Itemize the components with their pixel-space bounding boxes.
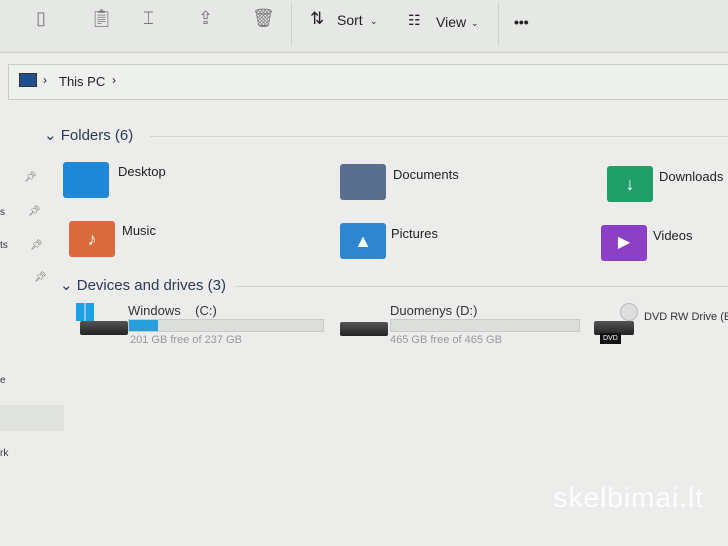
chevron-down-icon: ⌄ xyxy=(60,277,73,294)
folder-label: Documents xyxy=(393,167,459,182)
download-folder-icon: ↓ xyxy=(607,166,653,202)
videos-folder-icon: ▶ xyxy=(601,225,647,261)
sidebar-item[interactable]: rk xyxy=(0,448,8,459)
sort-label: Sort xyxy=(337,12,363,28)
folder-documents[interactable]: Documents xyxy=(340,164,459,200)
hard-drive-icon xyxy=(80,321,128,335)
copy-icon[interactable]: ▯ xyxy=(36,8,46,29)
view-label: View xyxy=(436,14,467,30)
sidebar-item[interactable]: s xyxy=(0,207,5,218)
chevron-right-icon: › xyxy=(43,73,47,87)
drive-label: DVD RW Drive (E: xyxy=(644,311,728,323)
folder-downloads[interactable]: ↓ Downloads xyxy=(607,166,723,202)
desktop-folder-icon xyxy=(63,162,109,198)
hard-drive-icon xyxy=(340,322,388,336)
chevron-down-icon: ⌄ xyxy=(44,127,57,144)
sidebar-selected-item[interactable] xyxy=(0,405,64,431)
folder-desktop[interactable]: Desktop xyxy=(63,162,166,198)
pin-icon: 📌︎ xyxy=(34,272,47,283)
paste-icon[interactable]: 📋︎ xyxy=(90,8,113,29)
pin-icon: 📌︎ xyxy=(24,172,37,183)
disc-icon xyxy=(620,303,638,321)
more-options-button[interactable]: ••• xyxy=(514,14,529,30)
dvd-badge: DVD xyxy=(600,333,621,344)
music-folder-icon: ♪ xyxy=(69,221,115,257)
watermark: skelbimai.lt xyxy=(553,482,704,513)
share-icon[interactable]: ⇪ xyxy=(198,8,213,29)
command-bar: ▯ 📋︎ ⌶ ⇪ 🗑︎ ⇅ Sort ⌄ ☷ View ⌄ ••• xyxy=(0,0,728,53)
folder-label: Desktop xyxy=(118,164,166,179)
folders-header[interactable]: ⌄ Folders (6) xyxy=(44,126,133,144)
folder-pictures[interactable]: ▲ Pictures xyxy=(340,223,438,259)
address-bar[interactable]: › This PC › xyxy=(8,64,728,100)
this-pc-icon xyxy=(19,73,37,87)
drive-label: Windows (C:) xyxy=(128,303,217,318)
drive-space: 201 GB free of 237 GB xyxy=(130,334,242,346)
drive-c[interactable]: Windows (C:) 201 GB free of 237 GB xyxy=(76,301,336,351)
breadcrumb-this-pc[interactable]: This PC xyxy=(59,74,105,89)
documents-folder-icon xyxy=(340,164,386,200)
drive-e[interactable]: DVD DVD RW Drive (E: xyxy=(594,301,728,351)
delete-icon[interactable]: 🗑︎ xyxy=(252,8,275,29)
rename-icon[interactable]: ⌶ xyxy=(143,8,154,29)
divider xyxy=(498,2,499,46)
divider xyxy=(235,286,728,287)
chevron-right-icon: › xyxy=(112,73,116,87)
pictures-folder-icon: ▲ xyxy=(340,223,386,259)
storage-bar xyxy=(128,319,324,332)
folder-label: Downloads xyxy=(659,169,724,184)
windows-logo-icon xyxy=(76,303,94,321)
folder-label: Pictures xyxy=(391,226,438,241)
folder-label: Videos xyxy=(653,228,693,243)
folder-music[interactable]: ♪ Music xyxy=(69,221,156,257)
sidebar-item[interactable]: ts xyxy=(0,240,8,251)
pin-icon: 📌︎ xyxy=(28,206,41,217)
sidebar-item[interactable]: e xyxy=(0,375,6,386)
drives-header[interactable]: ⌄ Devices and drives (3) xyxy=(60,276,226,294)
folder-videos[interactable]: ▶ Videos xyxy=(601,225,693,261)
drives-header-label: Devices and drives (3) xyxy=(76,277,226,294)
drive-space: 465 GB free of 465 GB xyxy=(390,334,502,346)
chevron-down-icon: ⌄ xyxy=(370,16,378,26)
folder-label: Music xyxy=(122,223,156,238)
divider xyxy=(150,136,728,137)
divider xyxy=(291,2,292,46)
sort-icon: ⇅ xyxy=(310,9,325,28)
storage-bar xyxy=(390,319,580,332)
pin-icon: 📌︎ xyxy=(30,240,43,251)
drive-label: Duomenys (D:) xyxy=(390,303,478,318)
view-icon: ☷ xyxy=(408,12,421,28)
drive-d[interactable]: Duomenys (D:) 465 GB free of 465 GB xyxy=(338,301,588,351)
chevron-down-icon: ⌄ xyxy=(471,18,479,28)
storage-fill xyxy=(129,320,159,331)
folders-header-label: Folders (6) xyxy=(60,127,134,144)
